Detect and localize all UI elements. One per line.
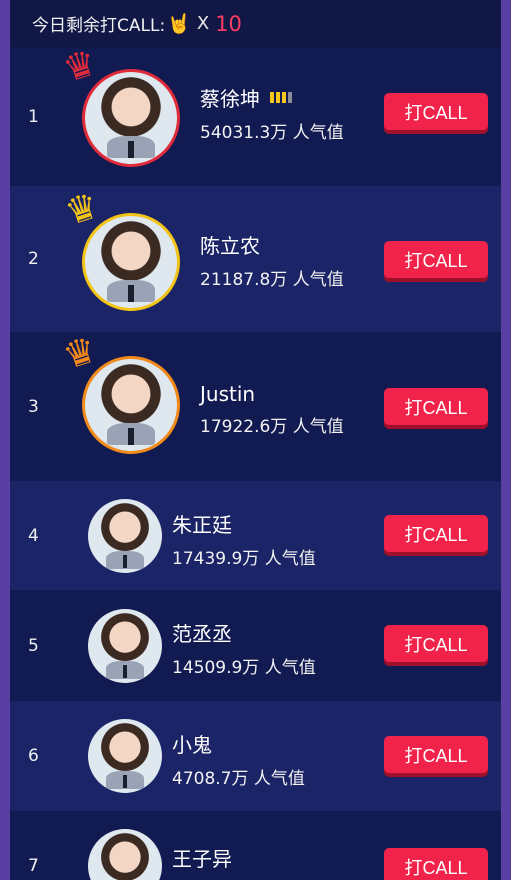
call-button[interactable]: 打CALL	[384, 515, 488, 552]
contestant-name[interactable]: 朱正廷	[172, 509, 316, 538]
crown-icon: ♛	[60, 185, 104, 235]
contestant-name[interactable]: Justin	[200, 382, 344, 406]
level-bar-icon	[265, 389, 287, 400]
popularity-value: 17922.6万 人气值	[200, 417, 344, 437]
rank-number: 6	[28, 746, 39, 766]
crown-icon: ♛	[58, 329, 102, 379]
ranking-row: 6 小鬼 4708.7万 人气值 打CALL	[10, 701, 501, 811]
rank-number: 7	[28, 856, 39, 876]
popularity-value: 14509.9万 人气值	[172, 658, 316, 678]
ranking-row: 4 朱正廷 17439.9万 人气值 打CALL	[10, 481, 501, 590]
avatar[interactable]	[82, 69, 180, 167]
rank-number: 2	[28, 249, 39, 269]
level-bar-icon	[242, 518, 264, 529]
level-bar-icon	[242, 738, 264, 749]
rank-number: 5	[28, 635, 39, 656]
avatar[interactable]	[88, 719, 162, 793]
ranking-row: 2 ♛ 陈立农 21187.8万 人气值 打CALL	[10, 185, 501, 332]
ranking-row: 7 王子异 打CALL	[10, 811, 501, 880]
avatar[interactable]	[82, 356, 180, 454]
rock-hand-icon: 🤘	[167, 13, 191, 35]
avatar[interactable]	[88, 829, 162, 880]
avatar[interactable]	[88, 609, 162, 683]
level-bar-icon	[270, 92, 292, 103]
rank-number: 3	[28, 396, 39, 417]
contestant-name[interactable]: 陈立农	[200, 230, 344, 259]
popularity-value: 17439.9万 人气值	[172, 549, 316, 569]
remaining-calls-label: 今日剩余打CALL:	[32, 16, 166, 36]
popularity-value: 21187.8万 人气值	[200, 270, 344, 290]
contestant-name[interactable]: 王子异	[172, 843, 264, 872]
call-button[interactable]: 打CALL	[384, 93, 488, 130]
call-button[interactable]: 打CALL	[384, 388, 488, 425]
call-button[interactable]: 打CALL	[384, 625, 488, 662]
popularity-value: 54031.3万 人气值	[200, 123, 344, 143]
contestant-name[interactable]: 范丞丞	[172, 618, 316, 647]
popularity-value: 4708.7万 人气值	[172, 769, 305, 789]
rank-number: 1	[28, 106, 39, 127]
crown-icon: ♛	[58, 42, 102, 92]
remaining-calls-count: 10	[215, 11, 242, 36]
rank-number: 4	[28, 525, 39, 546]
contestant-name[interactable]: 小鬼	[172, 729, 305, 758]
avatar[interactable]	[82, 213, 180, 311]
level-bar-icon	[242, 627, 264, 638]
times-sign: X	[196, 13, 210, 34]
level-bar-icon	[270, 239, 292, 250]
ranking-row: 5 范丞丞 14509.9万 人气值 打CALL	[10, 590, 501, 701]
ranking-row: 1 ♛ 蔡徐坤 54031.3万 人气值 打CALL	[10, 42, 501, 186]
contestant-name[interactable]: 蔡徐坤	[200, 83, 344, 112]
avatar[interactable]	[88, 499, 162, 573]
remaining-calls-bar: 今日剩余打CALL: 🤘 X 10	[10, 0, 501, 47]
ranking-row: 3 ♛ Justin 17922.6万 人气值 打CALL	[10, 329, 501, 481]
level-bar-icon	[242, 852, 264, 863]
call-button[interactable]: 打CALL	[384, 241, 488, 278]
call-button[interactable]: 打CALL	[384, 736, 488, 773]
call-button[interactable]: 打CALL	[384, 848, 488, 880]
